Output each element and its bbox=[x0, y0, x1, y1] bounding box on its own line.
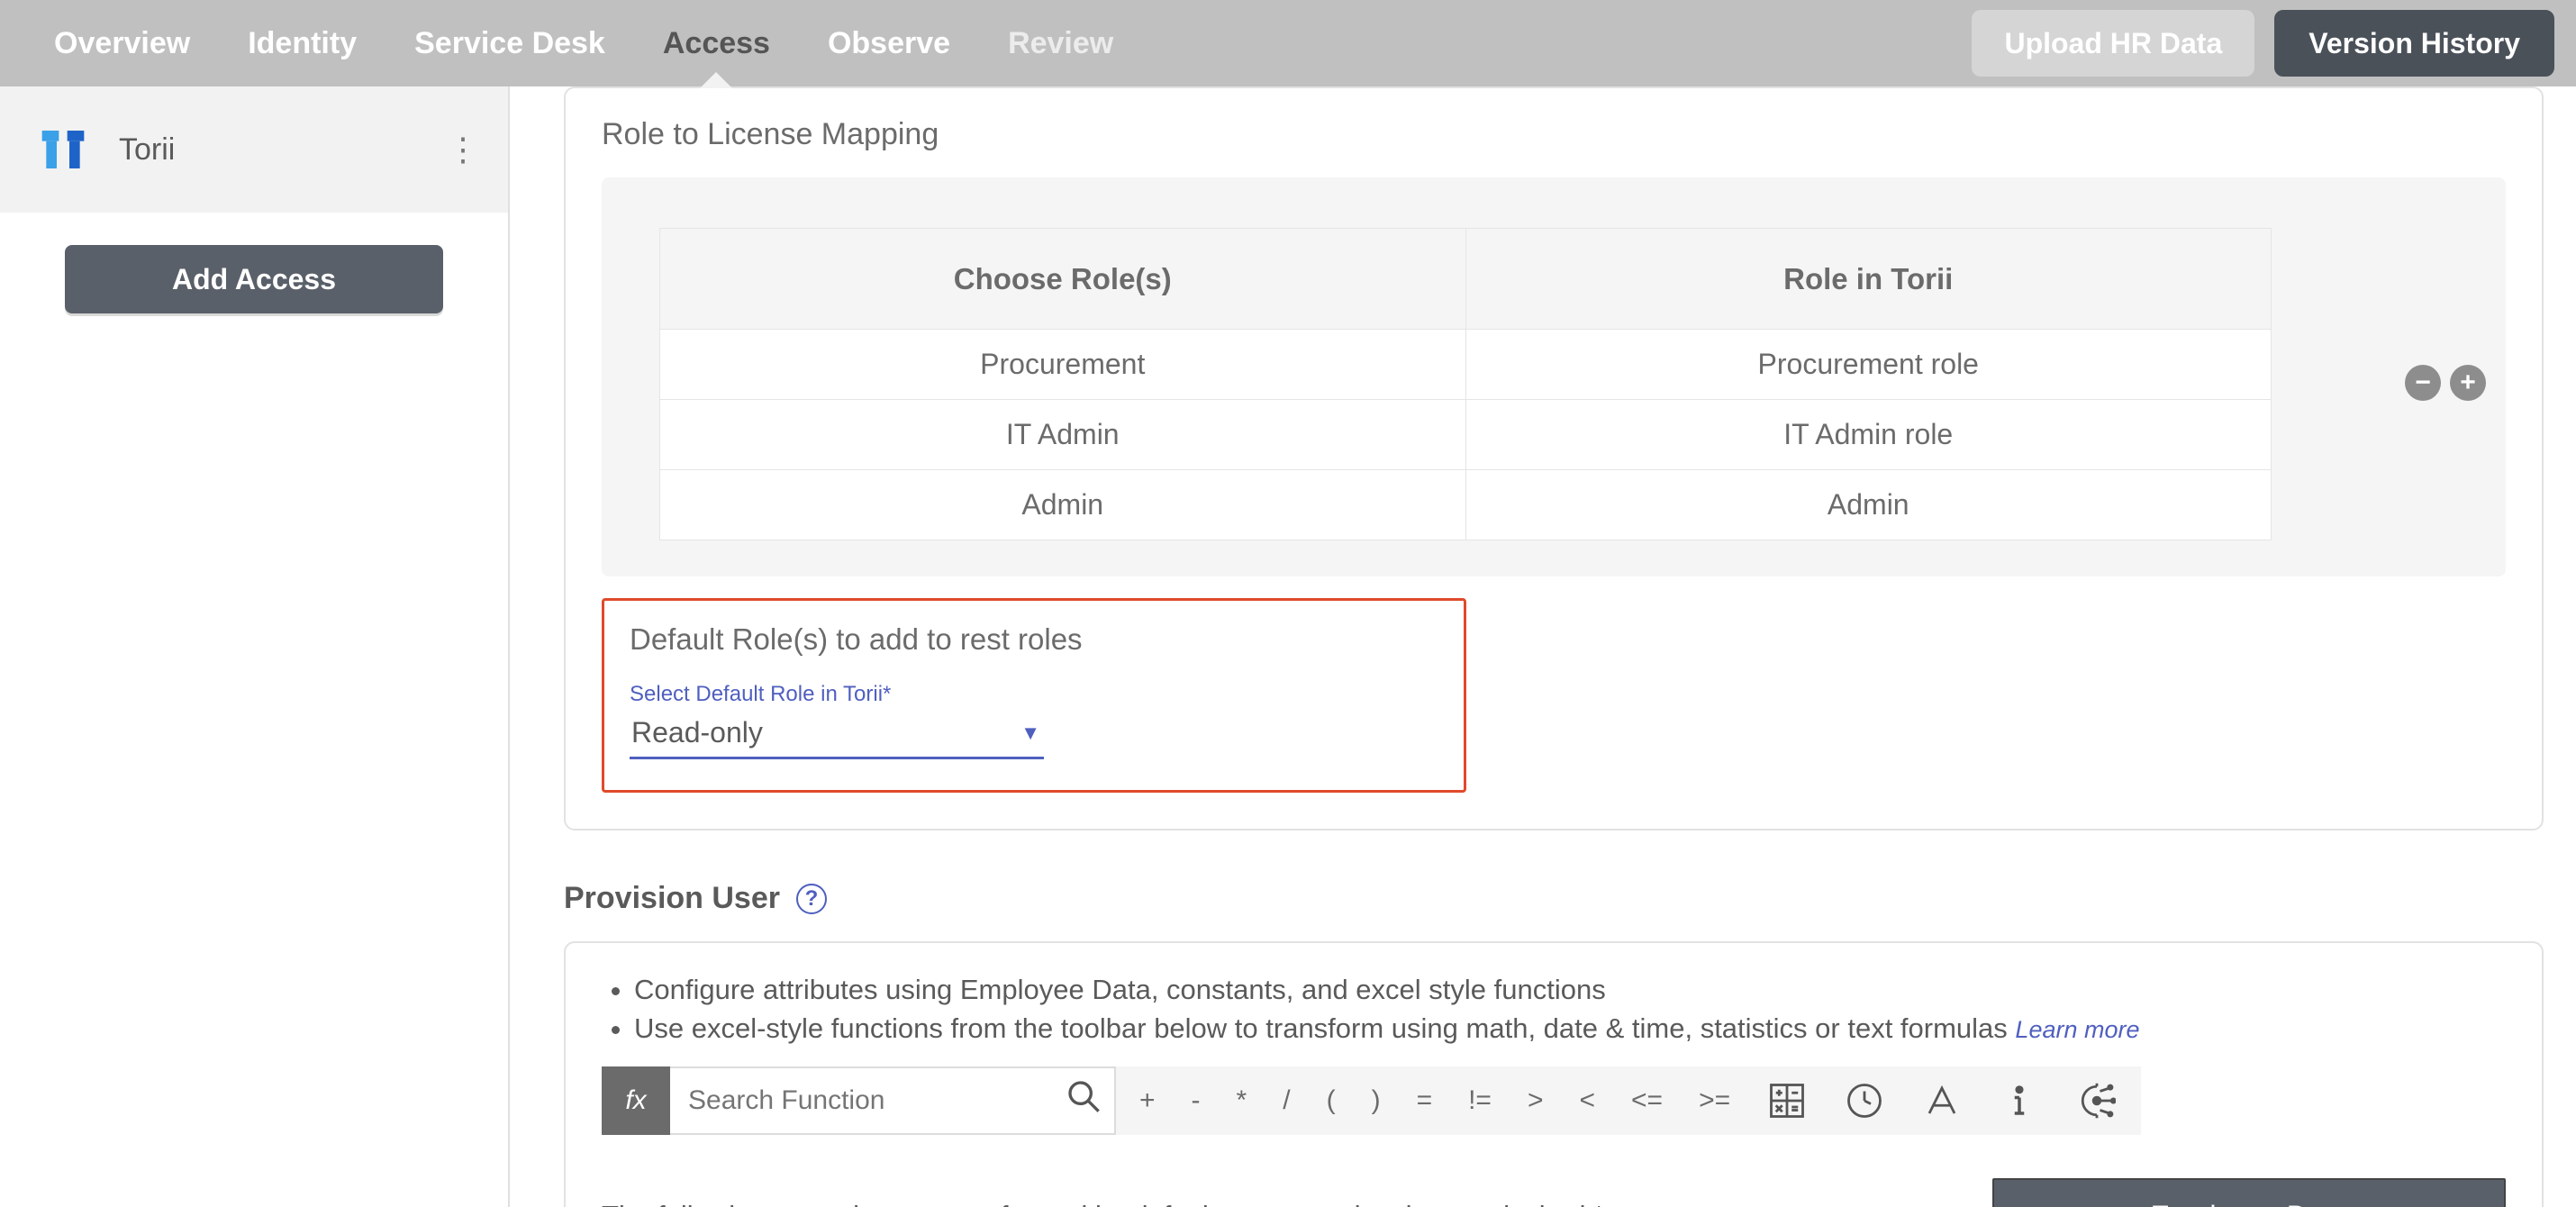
op-mult[interactable]: * bbox=[1237, 1085, 1247, 1116]
learn-more-link[interactable]: Learn more bbox=[2015, 1016, 2139, 1043]
cell-left: Procurement bbox=[660, 330, 1466, 400]
op-div[interactable]: / bbox=[1283, 1085, 1290, 1116]
col-role-in-torii: Role in Torii bbox=[1465, 229, 2272, 330]
bullet-item: Use excel-style functions from the toolb… bbox=[634, 1009, 2506, 1048]
add-access-button[interactable]: Add Access bbox=[65, 245, 443, 313]
default-role-box: Default Role(s) to add to rest roles Sel… bbox=[602, 598, 1466, 793]
table-row[interactable]: IT Admin IT Admin role bbox=[660, 400, 2272, 470]
remove-row-icon[interactable]: − bbox=[2405, 365, 2441, 401]
provision-footer: The following operations are performed b… bbox=[602, 1178, 2506, 1207]
tab-access[interactable]: Access bbox=[656, 3, 777, 85]
op-gt[interactable]: > bbox=[1528, 1085, 1544, 1116]
tab-service-desk[interactable]: Service Desk bbox=[407, 3, 612, 85]
op-plus[interactable]: + bbox=[1139, 1085, 1156, 1116]
table-row[interactable]: Procurement Procurement role bbox=[660, 330, 2272, 400]
torii-logo-icon bbox=[29, 115, 97, 184]
role-mapping-title: Role to License Mapping bbox=[602, 117, 2506, 152]
op-lt[interactable]: < bbox=[1579, 1085, 1595, 1116]
default-role-label: Select Default Role in Torii* bbox=[630, 682, 1438, 707]
sidebar: Torii ⋮ Add Access bbox=[0, 86, 510, 1207]
info-icon[interactable] bbox=[1999, 1080, 2040, 1121]
default-role-value: Read-only bbox=[631, 716, 763, 749]
fx-icon: fx bbox=[602, 1066, 670, 1135]
op-lte[interactable]: <= bbox=[1631, 1085, 1663, 1116]
sidebar-app-row[interactable]: Torii ⋮ bbox=[0, 86, 508, 213]
op-lparen[interactable]: ( bbox=[1327, 1085, 1336, 1116]
help-icon[interactable]: ? bbox=[796, 884, 827, 914]
bullet-text: Use excel-style functions from the toolb… bbox=[634, 1012, 2008, 1044]
clock-icon[interactable] bbox=[1844, 1080, 1885, 1121]
ai-icon[interactable] bbox=[2076, 1080, 2118, 1121]
cell-left: Admin bbox=[660, 470, 1466, 540]
provision-title: Provision User bbox=[564, 881, 780, 916]
upload-hr-data-button[interactable]: Upload HR Data bbox=[1972, 10, 2254, 77]
col-choose-roles: Choose Role(s) bbox=[660, 229, 1466, 330]
op-minus[interactable]: - bbox=[1192, 1085, 1201, 1116]
top-actions: Upload HR Data Version History bbox=[1972, 10, 2554, 77]
version-history-button[interactable]: Version History bbox=[2274, 10, 2554, 77]
tab-overview[interactable]: Overview bbox=[47, 3, 197, 85]
tab-observe[interactable]: Observe bbox=[821, 3, 957, 85]
cell-right: Admin bbox=[1465, 470, 2272, 540]
role-mapping-table: Choose Role(s) Role in Torii Procurement… bbox=[659, 228, 2272, 540]
main-panel: Role to License Mapping Choose Role(s) R… bbox=[510, 86, 2576, 1207]
role-mapping-box: Choose Role(s) Role in Torii Procurement… bbox=[602, 177, 2506, 576]
provision-bullets: Configure attributes using Employee Data… bbox=[602, 970, 2506, 1048]
table-row[interactable]: Admin Admin bbox=[660, 470, 2272, 540]
cell-right: IT Admin role bbox=[1465, 400, 2272, 470]
top-nav: Overview Identity Service Desk Access Ob… bbox=[0, 0, 2576, 86]
math-icon[interactable] bbox=[1766, 1080, 1808, 1121]
role-mapping-card: Role to License Mapping Choose Role(s) R… bbox=[564, 86, 2544, 830]
op-neq[interactable]: != bbox=[1468, 1085, 1492, 1116]
formula-toolbar: fx + - * / ( ) = != bbox=[602, 1066, 2506, 1135]
provision-card: Configure attributes using Employee Data… bbox=[564, 941, 2544, 1207]
provision-note: The following operations are performed b… bbox=[602, 1200, 1604, 1207]
cell-left: IT Admin bbox=[660, 400, 1466, 470]
tab-identity[interactable]: Identity bbox=[240, 3, 364, 85]
function-search[interactable] bbox=[670, 1066, 1116, 1135]
employee-data-button[interactable]: Employee Data bbox=[1992, 1178, 2506, 1207]
tab-review[interactable]: Review bbox=[1001, 3, 1120, 85]
provision-header: Provision User ? bbox=[564, 881, 2544, 916]
text-icon[interactable] bbox=[1921, 1080, 1963, 1121]
row-controls: − + bbox=[2405, 365, 2486, 401]
cell-right: Procurement role bbox=[1465, 330, 2272, 400]
nav-tabs: Overview Identity Service Desk Access Ob… bbox=[22, 3, 1120, 85]
function-search-input[interactable] bbox=[688, 1085, 1055, 1116]
kebab-menu-icon[interactable]: ⋮ bbox=[447, 133, 479, 166]
default-role-title: Default Role(s) to add to rest roles bbox=[630, 622, 1438, 657]
operator-strip: + - * / ( ) = != > < <= >= bbox=[1116, 1066, 2141, 1135]
search-icon[interactable] bbox=[1066, 1078, 1102, 1123]
default-role-select[interactable]: Read-only ▼ bbox=[630, 712, 1044, 759]
op-eq[interactable]: = bbox=[1417, 1085, 1433, 1116]
bullet-item: Configure attributes using Employee Data… bbox=[634, 970, 2506, 1009]
add-row-icon[interactable]: + bbox=[2450, 365, 2486, 401]
sidebar-app-name: Torii bbox=[119, 132, 425, 168]
op-rparen[interactable]: ) bbox=[1372, 1085, 1381, 1116]
op-gte[interactable]: >= bbox=[1699, 1085, 1730, 1116]
caret-down-icon: ▼ bbox=[1020, 721, 1040, 745]
